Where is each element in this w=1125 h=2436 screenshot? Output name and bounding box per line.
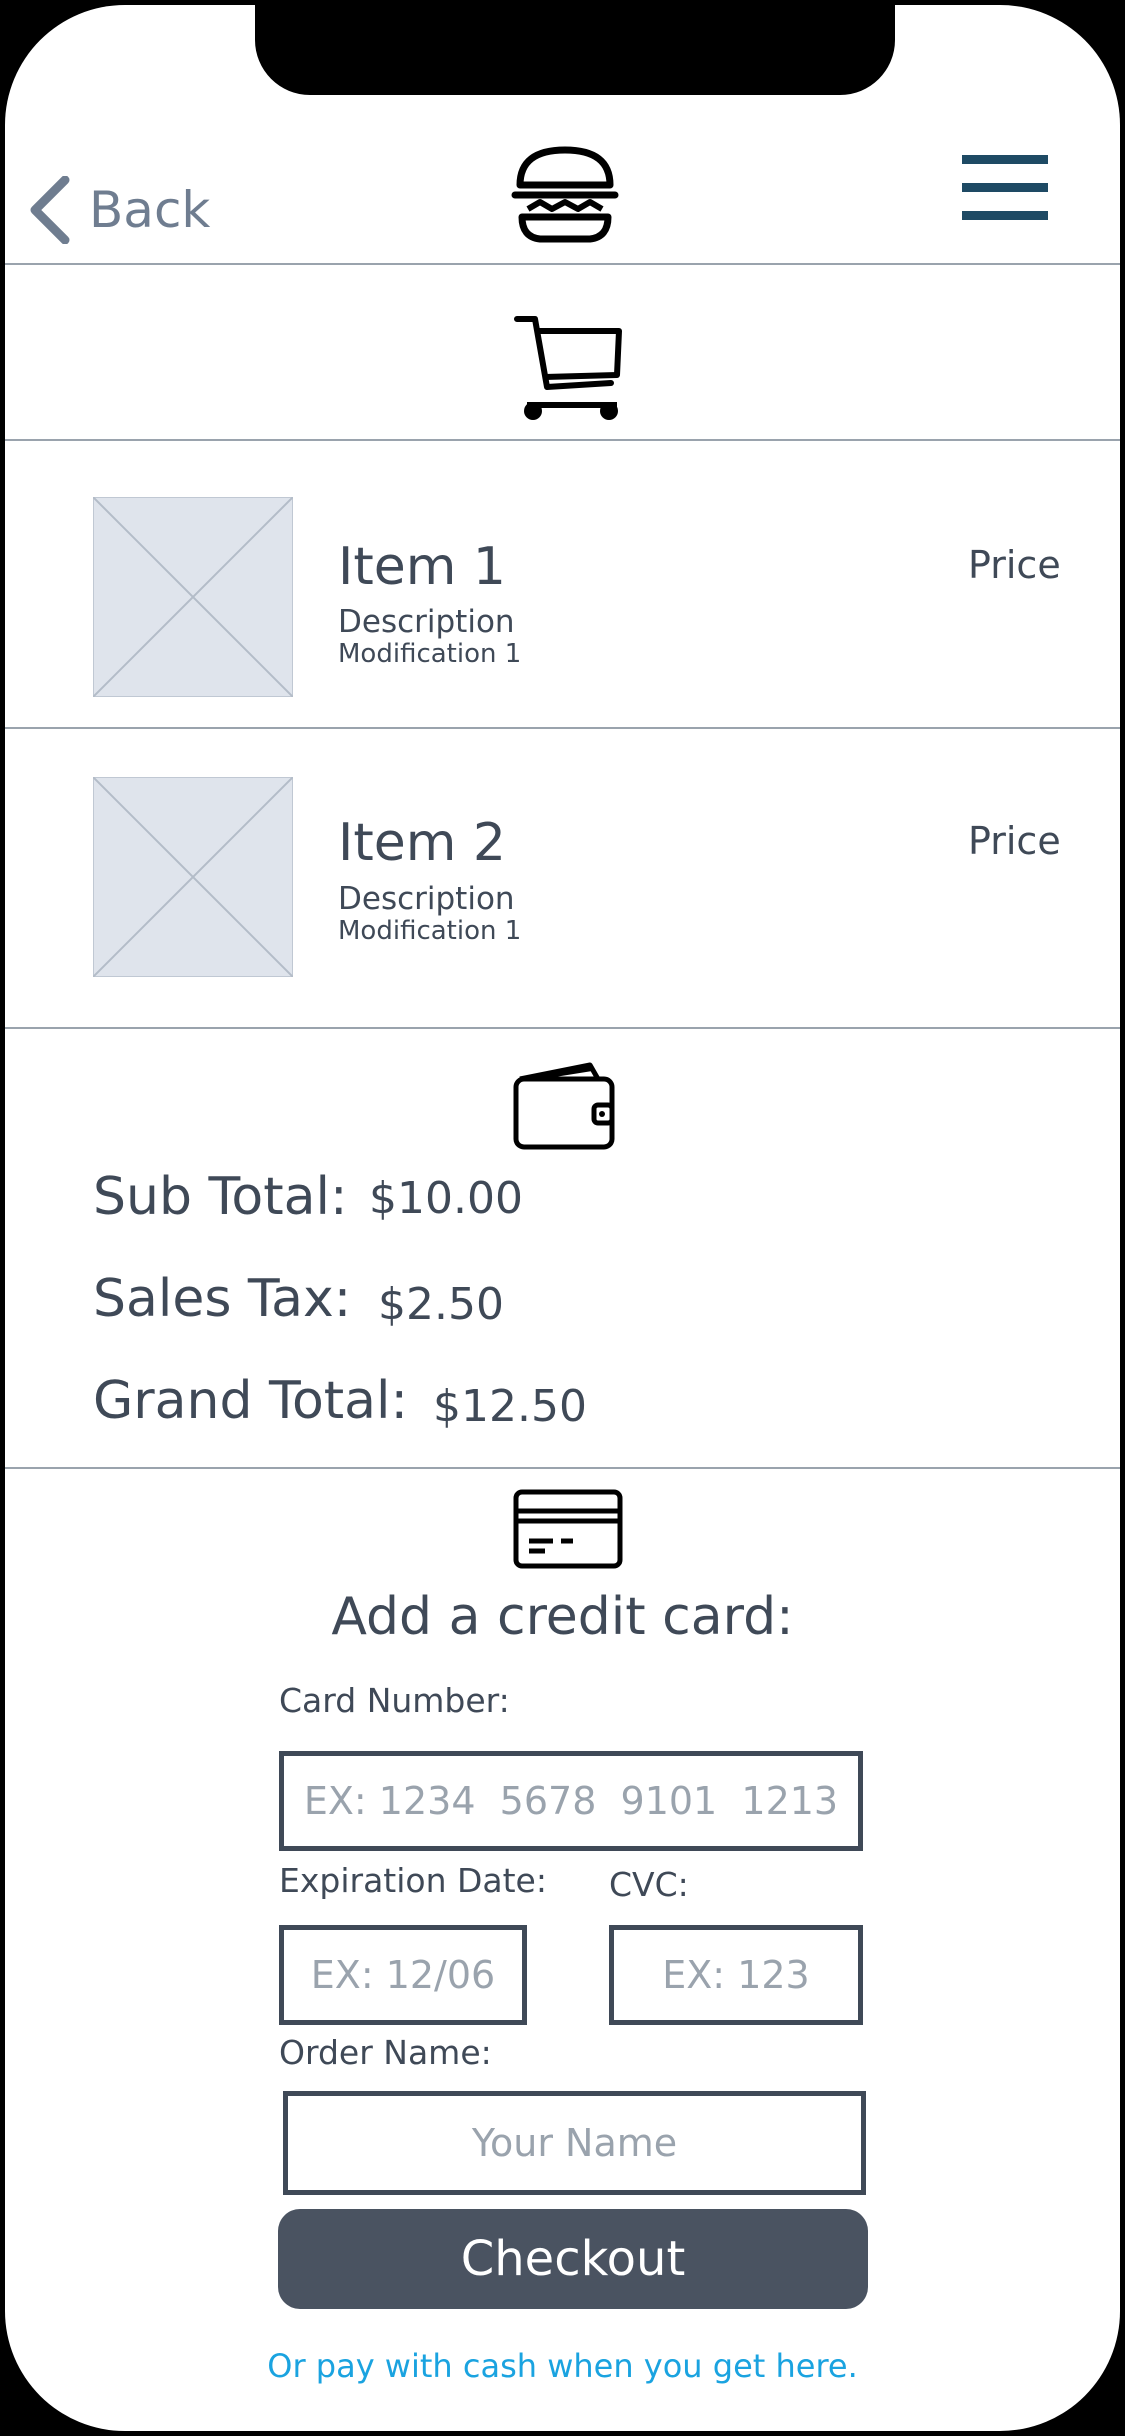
item-price: Price: [968, 543, 1061, 587]
item-name: Item 2: [338, 813, 506, 873]
card-number-label: Card Number:: [279, 1681, 510, 1720]
back-label: Back: [89, 181, 211, 239]
back-button[interactable]: Back: [27, 175, 210, 245]
item-description: Description: [338, 881, 515, 917]
subtotal-label: Sub Total:: [93, 1167, 348, 1227]
device-frame: Back Item 1 Description Modification 1 P…: [0, 0, 1125, 2436]
phone-screen: Back Item 1 Description Modification 1 P…: [5, 5, 1120, 2431]
device-notch: [255, 5, 895, 95]
wallet-icon: [513, 1062, 615, 1150]
grand-total-value: $12.50: [433, 1381, 587, 1432]
shopping-cart-icon: [514, 316, 622, 420]
item-image-placeholder: [93, 777, 293, 977]
card-number-input[interactable]: [279, 1751, 863, 1851]
order-totals: Sub Total: $10.00 Sales Tax: $2.50 Grand…: [5, 1029, 1120, 1469]
add-card-title: Add a credit card:: [331, 1587, 794, 1647]
order-name-label: Order Name:: [279, 2033, 492, 2072]
cart-item[interactable]: Item 1 Description Modification 1 Price: [5, 441, 1120, 729]
item-modification: Modification 1: [338, 639, 522, 669]
payment-form: Add a credit card: Card Number: Expirati…: [5, 1467, 1120, 2431]
checkout-button[interactable]: Checkout: [278, 2209, 868, 2309]
cart-section: [5, 265, 1120, 441]
cvc-label: CVC:: [609, 1865, 689, 1904]
item-name: Item 1: [338, 537, 506, 597]
cvc-input[interactable]: [609, 1925, 863, 2025]
chevron-left-icon: [30, 176, 70, 244]
subtotal-value: $10.00: [369, 1173, 523, 1224]
sales-tax-label: Sales Tax:: [93, 1269, 352, 1329]
cart-item[interactable]: Item 2 Description Modification 1 Price: [5, 729, 1120, 1029]
burger-icon: [511, 146, 619, 243]
hamburger-menu-icon[interactable]: [960, 153, 1050, 223]
item-price: Price: [968, 819, 1061, 863]
order-name-input[interactable]: [283, 2091, 866, 2195]
item-description: Description: [338, 604, 515, 640]
expiration-date-label: Expiration Date:: [279, 1861, 547, 1900]
item-image-placeholder: [93, 497, 293, 697]
grand-total-label: Grand Total:: [93, 1371, 408, 1431]
expiration-date-input[interactable]: [279, 1925, 527, 2025]
pay-with-cash-link[interactable]: Or pay with cash when you get here.: [5, 2347, 1120, 2385]
item-modification: Modification 1: [338, 916, 522, 946]
credit-card-icon: [513, 1489, 623, 1569]
sales-tax-value: $2.50: [378, 1279, 504, 1330]
